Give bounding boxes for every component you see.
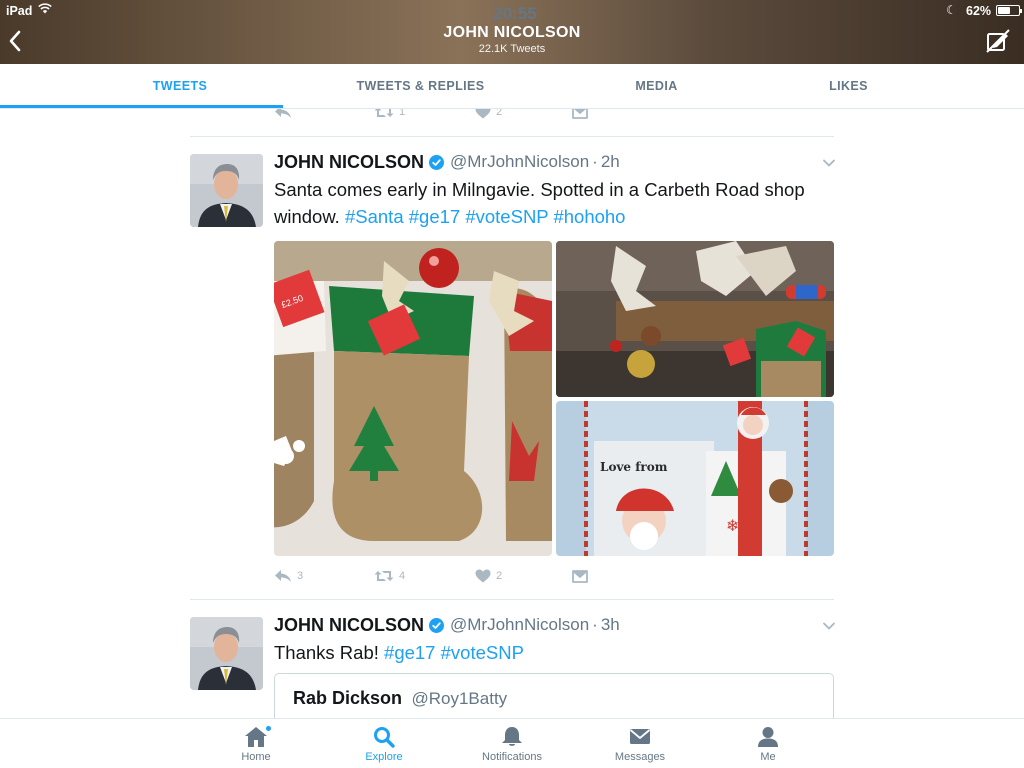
tweet-time[interactable]: 3h xyxy=(601,615,620,635)
avatar[interactable] xyxy=(190,154,263,227)
retweet-button[interactable]: 4 xyxy=(374,567,405,585)
clock: 20:55 xyxy=(493,4,537,23)
verified-badge-icon xyxy=(429,617,445,633)
previous-tweet-actions: 1 2 xyxy=(274,109,834,121)
card-text: Love from xyxy=(600,460,668,474)
retweet-count: 1 xyxy=(399,109,406,118)
author-handle[interactable]: @MrJohnNicolson xyxy=(450,615,589,635)
reply-icon xyxy=(274,109,292,119)
svg-text:❄: ❄ xyxy=(726,516,739,535)
quoted-author-name: Rab Dickson xyxy=(293,688,403,708)
nav-notifications-label: Notifications xyxy=(482,751,542,763)
separator-dot: · xyxy=(592,152,598,171)
tweet-feed[interactable]: 1 2 JOHN NICOLSON @MrJohnNicolson · 2h S… xyxy=(0,109,1024,718)
tab-media[interactable]: MEDIA xyxy=(560,64,753,108)
profile-tabs: TWEETS TWEETS & REPLIES MEDIA LIKES xyxy=(0,64,1024,109)
tweet-header: JOHN NICOLSON @MrJohnNicolson · 2h xyxy=(274,151,620,173)
tweet-actions: 3 4 2 xyxy=(274,567,834,585)
notification-dot xyxy=(266,726,271,731)
hashtag-link[interactable]: #ge17 xyxy=(409,206,460,227)
hashtag-link[interactable]: #voteSNP xyxy=(465,206,548,227)
hashtag-link[interactable]: #voteSNP xyxy=(441,642,524,663)
tab-likes[interactable]: LIKES xyxy=(780,64,917,108)
tweet-body: Thanks Rab! xyxy=(274,642,379,663)
profile-header: iPad 20:55 ☾ 62% JOHN NICOLSON 22.1K Twe… xyxy=(0,0,1024,64)
direct-message-button[interactable] xyxy=(572,109,588,121)
tweet-time[interactable]: 2h xyxy=(601,152,620,172)
bell-icon xyxy=(502,727,522,746)
author-name[interactable]: JOHN NICOLSON xyxy=(274,152,424,173)
bottom-tab-bar: Home Explore Notifications Messages Me xyxy=(0,718,1024,768)
tweet-header: JOHN NICOLSON @MrJohnNicolson · 3h xyxy=(274,614,620,636)
hashtag-link[interactable]: #ge17 xyxy=(384,642,435,663)
active-tab-indicator xyxy=(0,105,283,108)
tweet-photo[interactable] xyxy=(556,241,834,397)
nav-messages-label: Messages xyxy=(614,751,666,763)
nav-home-label: Home xyxy=(241,751,271,763)
tweet-divider xyxy=(190,599,834,600)
nav-explore-label: Explore xyxy=(365,751,403,763)
tweet-text: Thanks Rab! #ge17 #voteSNP xyxy=(274,639,834,666)
tab-tweets[interactable]: TWEETS xyxy=(40,64,320,108)
envelope-icon xyxy=(629,729,651,744)
quoted-author-handle: @Roy1Batty xyxy=(411,689,508,708)
tab-tweets-replies[interactable]: TWEETS & REPLIES xyxy=(300,64,541,108)
tweet-divider xyxy=(190,136,834,137)
chevron-down-icon[interactable] xyxy=(822,158,836,168)
author-name[interactable]: JOHN NICOLSON xyxy=(274,615,424,636)
home-icon xyxy=(245,727,267,747)
retweet-icon xyxy=(374,569,394,583)
avatar[interactable] xyxy=(190,617,263,690)
envelope-icon xyxy=(572,109,588,119)
nav-home[interactable]: Home xyxy=(192,719,320,768)
do-not-disturb-icon: ☾ xyxy=(946,3,957,17)
like-count: 2 xyxy=(496,570,503,582)
search-icon xyxy=(374,727,395,748)
author-handle[interactable]: @MrJohnNicolson xyxy=(450,152,589,172)
like-count: 2 xyxy=(496,109,503,118)
tweet-photo[interactable]: Love from ❄ xyxy=(556,401,834,556)
nav-messages[interactable]: Messages xyxy=(576,719,704,768)
compose-off-button[interactable] xyxy=(985,28,1011,54)
nav-explore[interactable]: Explore xyxy=(320,719,448,768)
tweet-text: Santa comes early in Milngavie. Spotted … xyxy=(274,176,834,230)
heart-icon xyxy=(475,109,491,119)
status-bar: iPad 20:55 ☾ 62% xyxy=(0,0,1024,23)
reply-count: 3 xyxy=(297,570,304,582)
tweet-photo[interactable]: £2.50 xyxy=(274,241,552,556)
direct-message-button[interactable] xyxy=(572,567,588,585)
page-title: JOHN NICOLSON xyxy=(443,24,581,41)
reply-button[interactable] xyxy=(274,109,292,121)
tweet-count: 22.1K Tweets xyxy=(478,43,546,55)
compose-off-icon xyxy=(986,29,1010,53)
verified-badge-icon xyxy=(429,154,445,170)
nav-me[interactable]: Me xyxy=(704,719,832,768)
reply-button[interactable]: 3 xyxy=(274,567,303,585)
battery-icon xyxy=(996,5,1022,16)
retweet-count: 4 xyxy=(399,570,406,582)
hashtag-link[interactable]: #Santa xyxy=(345,206,404,227)
chevron-down-icon[interactable] xyxy=(822,621,836,631)
retweet-icon xyxy=(374,109,394,119)
person-icon xyxy=(758,727,778,747)
battery-percent: 62% xyxy=(966,4,992,18)
reply-icon xyxy=(274,569,292,583)
nav-me-label: Me xyxy=(760,751,776,763)
like-button[interactable]: 2 xyxy=(475,109,502,121)
hashtag-link[interactable]: #hohoho xyxy=(553,206,625,227)
envelope-icon xyxy=(572,570,588,583)
quoted-tweet-header: Rab Dickson @Roy1Batty xyxy=(293,688,507,709)
quoted-tweet[interactable]: Rab Dickson @Roy1Batty xyxy=(274,673,834,718)
like-button[interactable]: 2 xyxy=(475,567,502,585)
separator-dot: · xyxy=(592,615,598,634)
nav-notifications[interactable]: Notifications xyxy=(448,719,576,768)
retweet-button[interactable]: 1 xyxy=(374,109,405,121)
heart-icon xyxy=(475,569,491,583)
